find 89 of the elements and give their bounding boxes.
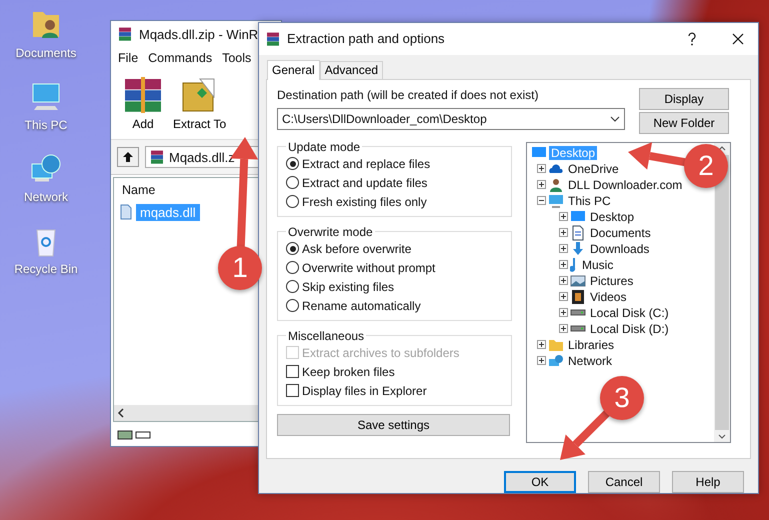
folder-tree-item[interactable]: Desktop (588, 210, 636, 224)
folder-tree-item[interactable]: Libraries (566, 338, 616, 352)
folder-tree-item[interactable]: Network (566, 354, 614, 368)
vertical-scrollbar[interactable] (714, 142, 730, 442)
books-stack-icon (149, 149, 165, 165)
dialog-button[interactable]: OK (504, 471, 576, 493)
folder-tree-item[interactable]: Videos (588, 290, 628, 304)
radio-button[interactable] (286, 299, 299, 312)
folder-tree-item[interactable]: DLL Downloader.com (566, 178, 684, 192)
option-label: Rename automatically (302, 298, 421, 313)
radio-button[interactable] (286, 195, 299, 208)
drive-status-icon (117, 429, 153, 441)
option-label: Extract and replace files (302, 156, 430, 171)
field-label: Destination path (will be created if does not exist) (277, 88, 540, 102)
expand-icon[interactable] (559, 228, 568, 238)
option-label: Skip existing files (302, 280, 394, 294)
radio-button[interactable] (286, 157, 299, 170)
arrow (560, 409, 611, 460)
group-title: Miscellaneous (287, 328, 366, 343)
down-arrow-icon (570, 240, 586, 257)
expand-icon[interactable] (559, 212, 568, 222)
window-title: Mqads.dll.zip - WinR (139, 26, 258, 42)
expand-icon[interactable] (537, 180, 546, 190)
dialog-title: Extraction path and options (287, 31, 446, 46)
up-arrow-icon (122, 151, 134, 163)
file-icon (120, 204, 132, 220)
group-title: Update mode (287, 140, 362, 154)
menu-item[interactable]: Tools (222, 51, 252, 65)
save-settings-button[interactable]: Save settings (277, 414, 510, 436)
folder-tree-item[interactable]: Documents (588, 226, 653, 240)
expand-icon[interactable] (537, 356, 546, 366)
checkbox[interactable] (286, 365, 299, 378)
tab[interactable]: Advanced (320, 60, 384, 79)
option-label: Display files in Explorer (302, 384, 427, 398)
books-stack-icon (123, 75, 163, 115)
close-icon (732, 32, 744, 45)
option-label: Fresh existing files only (302, 194, 427, 209)
radio-button[interactable] (286, 280, 299, 294)
expand-icon[interactable] (559, 244, 568, 254)
dialog-button[interactable]: Cancel (588, 471, 660, 493)
document-icon (570, 224, 586, 241)
computer-icon (548, 192, 564, 209)
drive-icon (570, 309, 586, 316)
option-label: Extract archives to subfolders (302, 346, 460, 360)
folder-tree-item[interactable]: Pictures (588, 274, 636, 288)
expand-icon[interactable] (559, 260, 568, 270)
expand-icon[interactable] (559, 324, 568, 334)
music-note-icon (570, 256, 578, 273)
folder-tree-item[interactable]: This PC (566, 194, 613, 208)
expand-icon[interactable] (537, 164, 546, 174)
expand-icon[interactable] (559, 308, 568, 318)
folder-tree-item[interactable]: Local Disk (C:) (588, 306, 671, 320)
expand-icon[interactable] (559, 292, 568, 302)
option-label: Extract and update files (302, 176, 428, 190)
dialog-button[interactable]: Help (672, 471, 744, 493)
toolbar-button[interactable]: Add (123, 75, 163, 135)
folder-tree-item[interactable]: Local Disk (D:) (588, 322, 671, 336)
chevron-down-icon (610, 116, 620, 122)
picture-icon (570, 272, 586, 289)
up-folder-button[interactable] (117, 147, 139, 167)
menu-item[interactable]: File (118, 51, 138, 65)
option-label: Keep broken files (302, 364, 395, 379)
dialog-button[interactable]: Display (639, 88, 729, 110)
film-icon (570, 288, 586, 305)
globe-monitor-icon (548, 352, 564, 369)
user-icon (548, 176, 564, 193)
dialog-button[interactable]: New Folder (639, 112, 729, 134)
folder-tree-item[interactable]: Music (580, 258, 616, 272)
checkbox[interactable] (286, 384, 299, 398)
option-label: Ask before overwrite (302, 242, 412, 256)
group-title: Overwrite mode (287, 224, 374, 239)
books-stack-icon (117, 26, 133, 42)
destination-combo-field[interactable]: C:\Users\DllDownloader_com\Desktop (277, 108, 625, 130)
expand-icon[interactable] (537, 340, 546, 350)
tab[interactable]: General (267, 60, 320, 80)
question-mark-icon (687, 32, 697, 46)
folder-tree-item[interactable]: OneDrive (566, 162, 621, 176)
books-stack-icon (265, 30, 281, 47)
option-label: Overwrite without prompt (302, 260, 436, 275)
radio-button[interactable] (286, 176, 299, 190)
collapse-icon[interactable] (537, 196, 546, 206)
radio-button[interactable] (286, 242, 299, 256)
drive-icon (570, 325, 586, 332)
folder-tree-item[interactable]: Downloads (588, 242, 652, 256)
expand-icon[interactable] (559, 276, 568, 286)
menu-item[interactable]: Commands (148, 51, 212, 65)
toolbar-button[interactable]: Extract To (173, 75, 226, 135)
arrow (628, 142, 688, 170)
radio-button[interactable] (286, 261, 299, 274)
